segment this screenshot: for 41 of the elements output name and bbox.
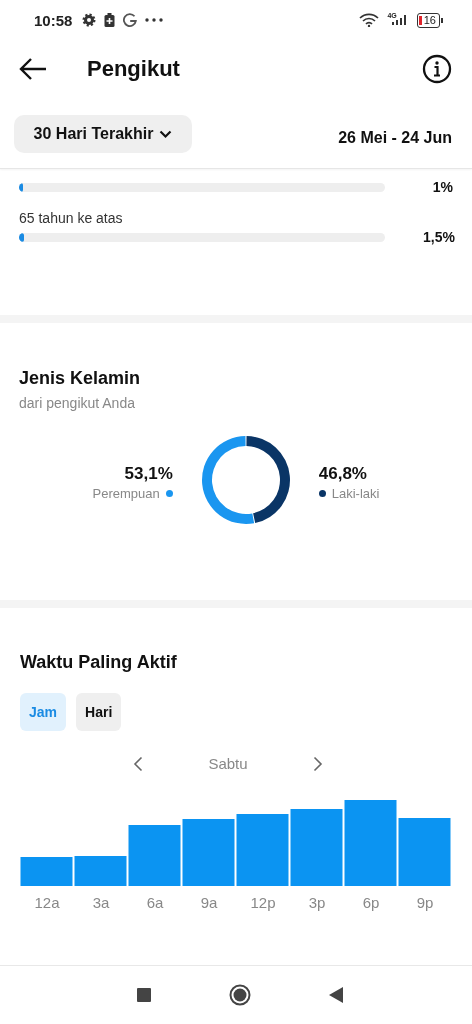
- g-logo-icon: [123, 13, 138, 27]
- hour-label: 6a: [145, 894, 165, 911]
- back-nav-button[interactable]: [329, 987, 343, 1003]
- legend-label: Perempuan: [92, 485, 160, 501]
- tab[interactable]: Hari: [76, 693, 122, 731]
- gear-icon: [82, 13, 97, 27]
- day-label: Sabtu: [207, 755, 249, 772]
- battery-indicator: 16: [416, 12, 440, 28]
- hour-label: 3p: [307, 894, 327, 911]
- wifi-icon: [359, 13, 380, 27]
- info-button[interactable]: [422, 54, 452, 84]
- home-button[interactable]: [229, 984, 251, 1006]
- hour-label: 6p: [361, 894, 381, 911]
- period-dropdown[interactable]: 30 Hari Terakhir: [14, 115, 192, 153]
- clock: 10:58: [34, 11, 73, 29]
- percent-value: 46,8%: [318, 463, 368, 484]
- hour-label: 3a: [91, 894, 111, 911]
- chart-bar: [20, 857, 73, 886]
- percent-value: 1,5%: [423, 229, 453, 245]
- previous-button[interactable]: [133, 755, 143, 772]
- section-title: Waktu Paling Aktif: [20, 652, 178, 673]
- chevron-down-icon: [159, 129, 173, 139]
- more-icon: [145, 18, 164, 22]
- age-label: 65 tahun ke atas: [19, 210, 124, 228]
- legend-label: Laki-laki: [331, 485, 380, 501]
- back-button[interactable]: [18, 57, 48, 81]
- percent-value: 1%: [431, 179, 453, 195]
- percent-value: 53,1%: [124, 463, 173, 484]
- next-button[interactable]: [313, 755, 323, 772]
- section-title: Jenis Kelamin: [19, 368, 142, 389]
- hour-label: 9a: [199, 894, 219, 911]
- hour-label: 12p: [249, 894, 277, 911]
- section-subtitle: dari pengikut Anda: [19, 395, 136, 411]
- chart-bar: [182, 819, 235, 886]
- page-title: Pengikut: [87, 56, 181, 82]
- chart-bar: [236, 814, 289, 886]
- hour-label: 12a: [33, 894, 61, 911]
- chart-bar: [398, 818, 451, 886]
- hour-label: 9p: [415, 894, 435, 911]
- date-range: 26 Mei - 24 Jun: [338, 129, 452, 147]
- battery-plus-icon: [104, 13, 116, 27]
